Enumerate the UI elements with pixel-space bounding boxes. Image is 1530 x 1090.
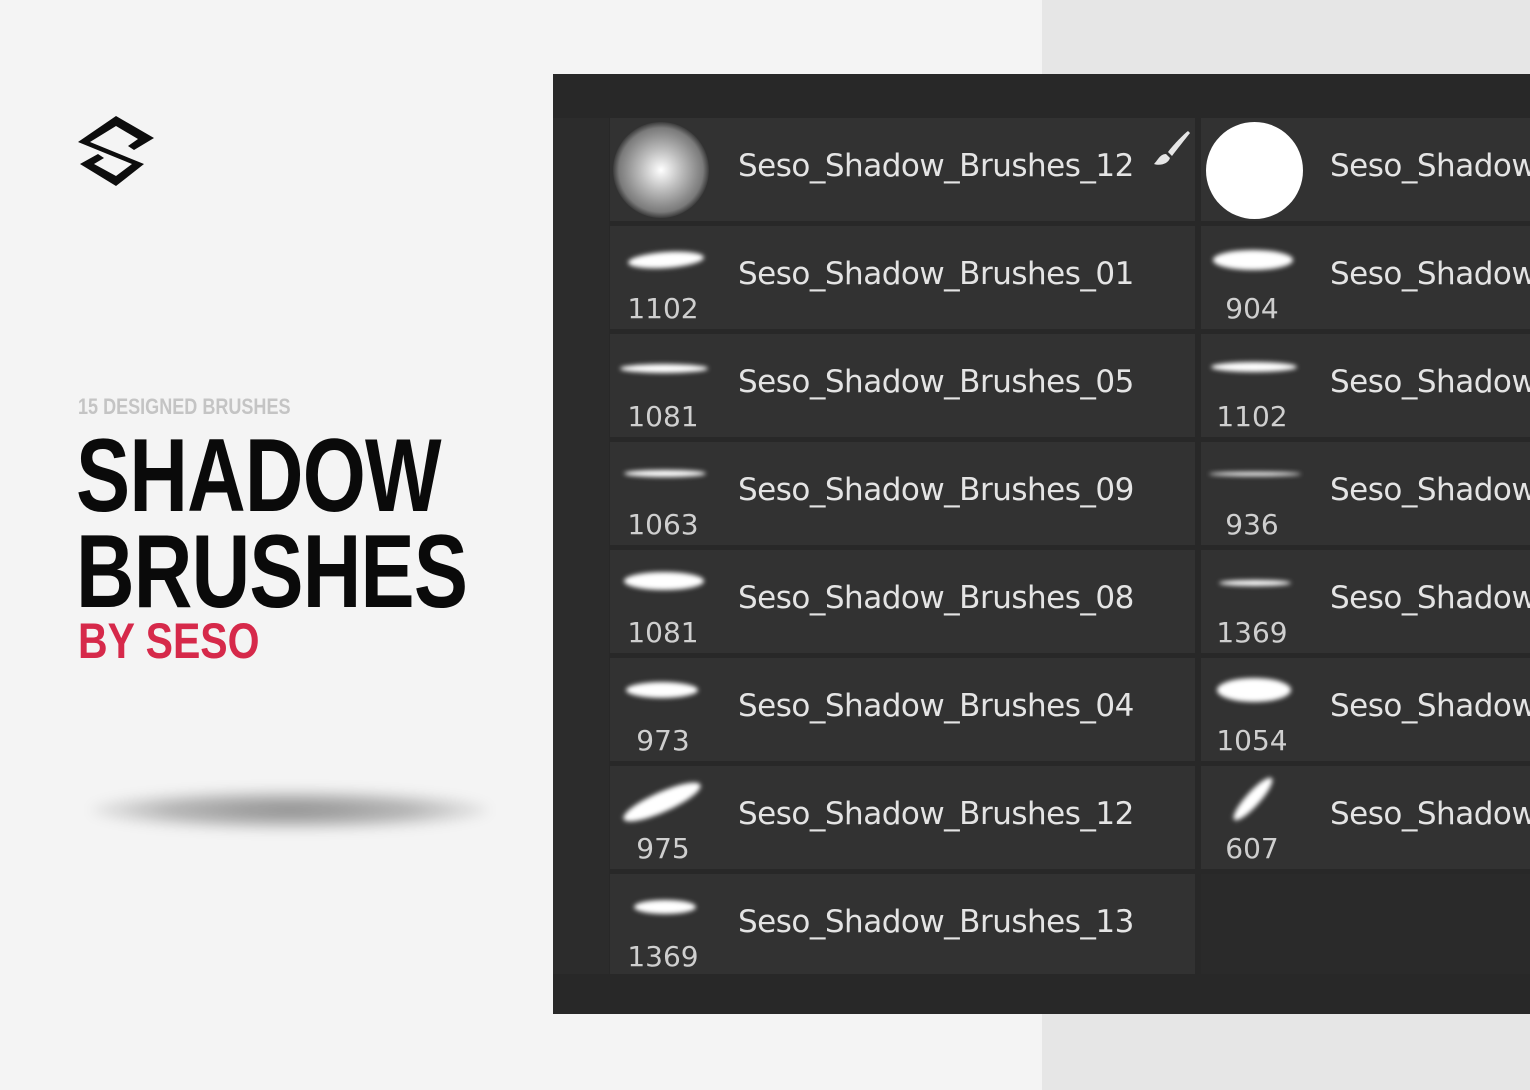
brush-name: Seso_Shadow_Brushes_12 [738,796,1134,832]
brush-preset-item[interactable]: 1063 Seso_Shadow_Brushes_09 [610,442,1195,545]
brush-size: 1054 [1216,724,1288,757]
brush-preset-item[interactable]: 607 Seso_Shadow_ [1201,766,1530,869]
brush-preset-item[interactable]: 1054 Seso_Shadow_ [1201,658,1530,761]
stroke-brush-thumbnail [619,775,705,829]
brush-preset-item[interactable]: 973 Seso_Shadow_Brushes_04 [610,658,1195,761]
hard-round-brush-thumbnail [1206,122,1303,219]
brush-size: 1102 [1216,400,1288,433]
byline: BY SESO [78,613,260,669]
brush-preset-item[interactable]: 1102 Seso_Shadow_ [1201,334,1530,437]
brush-preset-item[interactable]: 1081 Seso_Shadow_Brushes_08 [610,550,1195,653]
stroke-brush-thumbnail [1211,362,1297,372]
stroke-brush-thumbnail [1229,773,1277,825]
stroke-brush-thumbnail [620,364,708,373]
stroke-brush-thumbnail [634,900,696,914]
soft-round-brush-thumbnail [613,122,709,218]
stroke-brush-thumbnail [1219,580,1291,586]
stroke-brush-thumbnail [1217,678,1291,702]
ground-shadow-graphic [90,790,490,830]
brush-size: 936 [1225,508,1279,541]
brush-name: Seso_Shadow_ [1330,796,1530,832]
brush-name: Seso_Shadow_Brushes_08 [738,580,1134,616]
seso-s-logo-icon [78,116,154,186]
stroke-brush-thumbnail [626,682,698,698]
brush-size: 607 [1225,832,1279,865]
brush-name: Seso_Shadow_Brushes_05 [738,364,1134,400]
brush-size: 1081 [627,616,699,649]
brush-size: 1081 [627,400,699,433]
brush-name: Seso_Shadow_Brushes_12 [738,148,1134,184]
brush-preset-item[interactable]: Seso_Shadow_Brushes_12 [610,118,1195,221]
brush-name: Seso_Shadow_ [1330,364,1530,400]
brush-name: Seso_Shadow_Brushes_04 [738,688,1134,724]
brush-preset-item[interactable]: 1369 Seso_Shadow_ [1201,550,1530,653]
brush-size: 1063 [627,508,699,541]
brush-name: Seso_Shadow_ [1330,580,1530,616]
brush-preset-item[interactable]: 1102 Seso_Shadow_Brushes_01 [610,226,1195,329]
brush-preset-item[interactable]: 975 Seso_Shadow_Brushes_12 [610,766,1195,869]
brush-preset-item[interactable]: 1081 Seso_Shadow_Brushes_05 [610,334,1195,437]
title-line-1: SHADOW [76,418,442,534]
brush-name: Seso_Shadow_Brushes_01 [738,256,1134,292]
stroke-brush-thumbnail [1213,250,1293,270]
brush-name: Seso_Shadow_Brushes_09 [738,472,1134,508]
brush-preset-item[interactable]: Seso_Shadow_ [1201,118,1530,221]
brush-size: 973 [636,724,690,757]
panel-gutter [553,118,609,974]
brush-preset-item[interactable]: 936 Seso_Shadow_ [1201,442,1530,545]
empty-grid-cell [1201,874,1530,974]
stroke-brush-thumbnail [1209,472,1301,476]
brush-size: 1369 [627,940,699,973]
brush-preset-panel: Seso_Shadow_Brushes_12 1102 Seso_Shadow_… [553,74,1530,1014]
stroke-brush-thumbnail [627,249,705,271]
brush-name: Seso_Shadow_ [1330,472,1530,508]
brush-name: Seso_Shadow_ [1330,688,1530,724]
brush-size: 1369 [1216,616,1288,649]
stroke-brush-thumbnail [624,572,704,590]
stroke-brush-thumbnail [624,470,706,477]
title-line-2: BRUSHES [76,514,468,630]
brush-name: Seso_Shadow_ [1330,256,1530,292]
brush-preset-item[interactable]: 1369 Seso_Shadow_Brushes_13 [610,874,1195,974]
brush-name: Seso_Shadow_ [1330,148,1530,184]
brush-tool-icon[interactable] [1150,128,1192,170]
kicker-text: 15 DESIGNED BRUSHES [78,394,291,419]
brush-preset-item[interactable]: 904 Seso_Shadow_ [1201,226,1530,329]
brush-size: 975 [636,832,690,865]
brush-name: Seso_Shadow_Brushes_13 [738,904,1134,940]
brush-size: 1102 [627,292,699,325]
brush-size: 904 [1225,292,1279,325]
